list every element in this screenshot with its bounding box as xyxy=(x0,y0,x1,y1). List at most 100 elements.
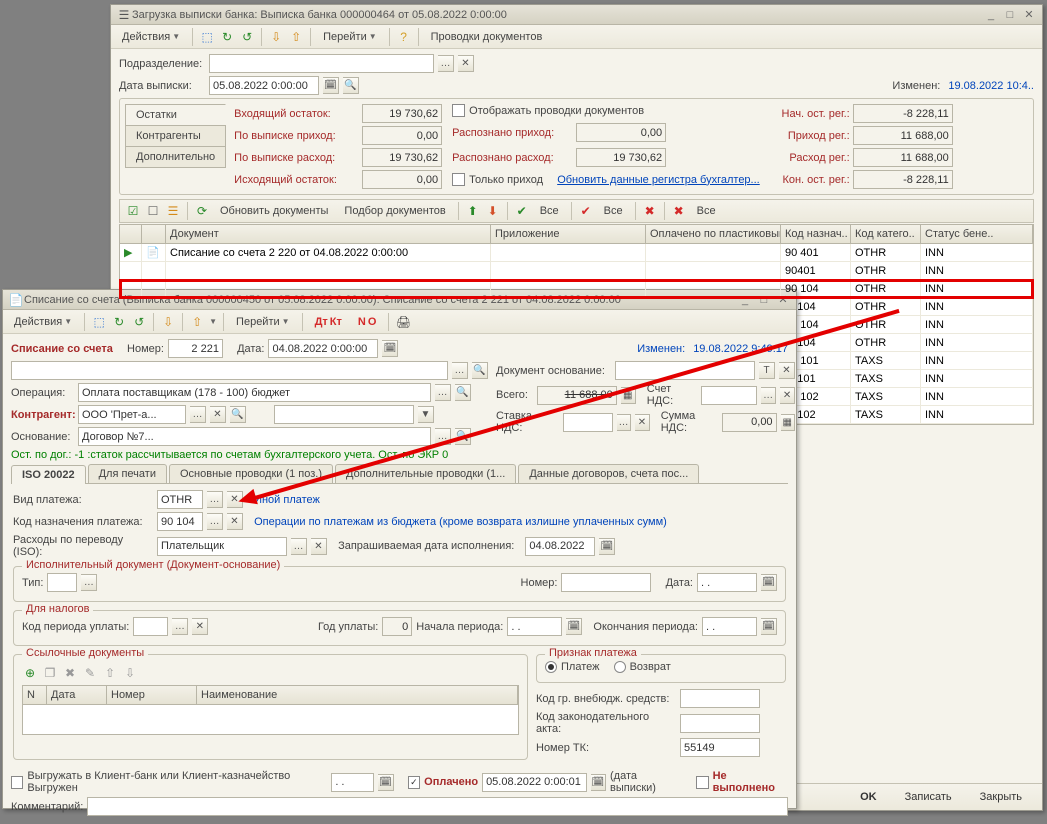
operation-select-icon[interactable]: … xyxy=(435,384,451,401)
tb-icon-5[interactable]: ⇧ xyxy=(288,29,304,45)
move-down-icon[interactable]: ⬇ xyxy=(485,203,501,219)
tab-iso[interactable]: ISO 20022 xyxy=(11,465,86,484)
delete-icon[interactable]: ✖ xyxy=(62,665,78,681)
type-select-icon[interactable]: … xyxy=(81,574,97,591)
sub-tb-5[interactable]: ⇧ xyxy=(189,314,205,330)
doc-basis-t-icon[interactable]: T xyxy=(759,362,775,379)
statement-date-input[interactable]: 05.08.2022 0:00:00 xyxy=(209,76,319,95)
subdivision-clear-button[interactable]: ✕ xyxy=(458,55,474,72)
refresh-icon[interactable]: ⟳ xyxy=(194,203,210,219)
law-act-input[interactable] xyxy=(680,714,760,733)
cp-clear-icon[interactable]: ✕ xyxy=(210,406,226,423)
nds-acc-input[interactable] xyxy=(701,386,757,405)
account-field[interactable] xyxy=(11,361,448,380)
show-postings-checkbox[interactable] xyxy=(452,104,465,117)
sub-goto-dropdown[interactable]: Перейти▼ xyxy=(230,314,296,330)
payment-type-x-icon[interactable]: ✕ xyxy=(227,491,243,508)
add-icon[interactable]: ⊕ xyxy=(22,665,38,681)
nds-acc-select-icon[interactable]: … xyxy=(761,387,776,404)
update-docs-button[interactable]: Обновить документы xyxy=(214,203,334,219)
ppc-x-icon[interactable]: ✕ xyxy=(192,618,208,635)
tab-balances[interactable]: Остатки xyxy=(125,104,226,126)
tb-icon-3[interactable]: ↺ xyxy=(239,29,255,45)
nds-rate-select-icon[interactable]: … xyxy=(617,414,631,431)
col-category-code[interactable]: Код катего.. xyxy=(851,225,921,243)
close-main-button[interactable]: Закрыть xyxy=(970,788,1032,806)
number-input[interactable]: 2 221 xyxy=(168,339,223,358)
ps-cal-icon[interactable]: 🗓 xyxy=(566,618,582,635)
not-done-checkbox[interactable] xyxy=(696,776,708,789)
transfer-exp-select-icon[interactable]: … xyxy=(291,538,307,555)
nds-acc-x-icon[interactable]: ✕ xyxy=(780,387,795,404)
account-select-icon[interactable]: … xyxy=(452,362,468,379)
tb-icon-2[interactable]: ↻ xyxy=(219,29,235,45)
exec-date-input[interactable]: 04.08.2022 xyxy=(525,537,595,556)
payment-type-select-icon[interactable]: … xyxy=(207,491,223,508)
exec-date-cal-icon[interactable]: 🗓 xyxy=(599,538,615,555)
goto-dropdown[interactable]: Перейти▼ xyxy=(317,29,383,45)
total-calc-icon[interactable]: ▦ xyxy=(621,387,636,404)
col-purpose-code[interactable]: Код назнач.. xyxy=(781,225,851,243)
maximize-button[interactable]: □ xyxy=(1002,8,1018,22)
col-paid-cards[interactable]: Оплачено по пластиковым картам xyxy=(646,225,781,243)
all-uncheck-button[interactable]: Все xyxy=(598,203,629,219)
sub-tb-2[interactable]: ↻ xyxy=(111,314,127,330)
x-red-icon[interactable]: ✖ xyxy=(671,203,687,219)
paid-checkbox[interactable]: ✓ xyxy=(408,776,420,789)
counterparty-input[interactable]: ООО 'Прет-а... xyxy=(78,405,186,424)
minimize-button[interactable]: _ xyxy=(983,8,999,22)
doc-basis-input[interactable] xyxy=(615,361,755,380)
edit-icon[interactable]: ✎ xyxy=(82,665,98,681)
purpose-code-input[interactable]: 90 104 xyxy=(157,512,203,531)
all-check-button[interactable]: Все xyxy=(534,203,565,219)
tab-main-postings[interactable]: Основные проводки (1 поз.) xyxy=(169,464,333,483)
comment-input[interactable] xyxy=(87,797,788,816)
col-attachment[interactable]: Приложение xyxy=(491,225,646,243)
paid-date-input[interactable]: 05.08.2022 0:00:01 xyxy=(482,773,587,792)
nds-sum-input[interactable]: 0,00 xyxy=(722,413,777,432)
copy-icon[interactable]: ❐ xyxy=(42,665,58,681)
up-icon[interactable]: ⇧ xyxy=(102,665,118,681)
total-input[interactable]: 11 688,00 xyxy=(537,386,617,405)
type-input[interactable] xyxy=(47,573,77,592)
sub-tb-4[interactable]: ⇩ xyxy=(160,314,176,330)
pay-period-code-input[interactable] xyxy=(133,617,168,636)
sub-tb-3[interactable]: ↺ xyxy=(131,314,147,330)
purpose-code-select-icon[interactable]: … xyxy=(207,513,223,530)
tab-additional[interactable]: Дополнительно xyxy=(125,146,226,168)
cp-account-input[interactable] xyxy=(274,405,414,424)
ok-button[interactable]: OK xyxy=(850,788,887,806)
date2-cal-icon[interactable]: 🗓 xyxy=(761,574,777,591)
pay-year-input[interactable]: 0 xyxy=(382,617,412,636)
tab-addl-postings[interactable]: Дополнительные проводки (1... xyxy=(335,464,516,483)
export-checkbox[interactable] xyxy=(11,776,23,789)
date-input[interactable]: 04.08.2022 0:00:00 xyxy=(268,339,378,358)
actions-dropdown[interactable]: Действия▼ xyxy=(116,29,186,45)
operation-search-icon[interactable]: 🔍 xyxy=(455,384,471,401)
nds-rate-x-icon[interactable]: ✕ xyxy=(635,414,649,431)
export-date-input[interactable]: . . xyxy=(331,773,374,792)
num-input[interactable] xyxy=(561,573,651,592)
extrabudget-input[interactable] xyxy=(680,689,760,708)
nds-rate-input[interactable] xyxy=(563,413,613,432)
basis-input[interactable]: Договор №7... xyxy=(78,427,431,446)
doc-basis-x-icon[interactable]: ✕ xyxy=(779,362,795,379)
ref-docs-grid[interactable]: N Дата Номер Наименование xyxy=(22,685,519,735)
cp-acc-icon[interactable]: ▼ xyxy=(418,406,434,423)
filter-icon[interactable]: ☰ xyxy=(165,203,181,219)
cp-select-icon[interactable]: … xyxy=(190,406,206,423)
period-start-input[interactable]: . . xyxy=(507,617,562,636)
deselect-icon[interactable]: ☐ xyxy=(145,203,161,219)
basis-search-icon[interactable]: 🔍 xyxy=(455,428,471,445)
update-registry-link[interactable]: Обновить данные регистра бухгалтер... xyxy=(557,174,760,186)
col-beneficiary-status[interactable]: Статус бене.. xyxy=(921,225,1033,243)
sub-actions-dropdown[interactable]: Действия▼ xyxy=(8,314,78,330)
help-icon[interactable]: ? xyxy=(396,29,412,45)
account-search-icon[interactable]: 🔍 xyxy=(472,362,488,379)
move-up-icon[interactable]: ⬆ xyxy=(465,203,481,219)
date-cal-icon[interactable]: 🗓 xyxy=(382,340,398,357)
nds-sum-calc-icon[interactable]: ▦ xyxy=(781,414,795,431)
down-icon[interactable]: ⇩ xyxy=(122,665,138,681)
sub-dk-icon[interactable]: ДтКт xyxy=(309,314,348,330)
check-red-icon[interactable]: ✔ xyxy=(578,203,594,219)
